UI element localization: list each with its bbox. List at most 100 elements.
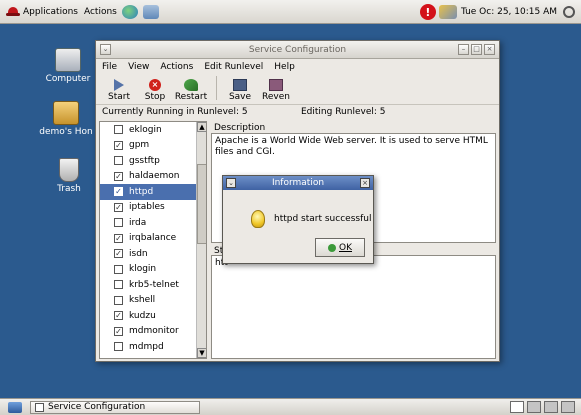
service-row[interactable]: ✓ mdmonitor xyxy=(100,324,206,340)
dialog-titlebar[interactable]: ⌄ Information × xyxy=(223,176,373,190)
service-name: httpd xyxy=(129,186,154,197)
dialog-menu-icon[interactable]: ⌄ xyxy=(226,178,236,188)
desktop-icon-trash[interactable]: Trash xyxy=(41,158,97,194)
service-checkbox[interactable] xyxy=(114,264,123,274)
service-name: eklogin xyxy=(129,124,162,135)
window-menu-icon[interactable]: ⌄ xyxy=(100,44,111,55)
current-runlevel: Currently Running in Runlevel: 5 xyxy=(102,107,248,117)
ok-button-label: OK xyxy=(339,242,352,253)
save-button[interactable]: Save xyxy=(223,79,257,102)
show-desktop-icon[interactable] xyxy=(8,401,22,413)
information-dialog: ⌄ Information × httpd start successful O… xyxy=(222,175,374,264)
workspace-1[interactable] xyxy=(510,401,524,413)
toolbar-separator xyxy=(216,76,217,100)
stop-button[interactable]: × Stop xyxy=(138,79,172,102)
stop-icon: × xyxy=(149,79,161,91)
menu-help[interactable]: Help xyxy=(274,62,295,72)
menu-file[interactable]: File xyxy=(102,62,117,72)
close-icon[interactable]: × xyxy=(484,44,495,55)
service-row[interactable]: ✓ iptables xyxy=(100,200,206,216)
desktop-icon-home-label: demo's Hon xyxy=(39,127,93,137)
trash-icon xyxy=(59,158,79,182)
workspace-3[interactable] xyxy=(544,401,558,413)
service-name: haldaemon xyxy=(129,171,180,182)
menu-edit-runlevel[interactable]: Edit Runlevel xyxy=(204,62,263,72)
revert-button[interactable]: Reven xyxy=(259,79,293,102)
service-row[interactable]: ✓ irqbalance xyxy=(100,231,206,247)
web-browser-launcher-icon[interactable] xyxy=(121,4,138,19)
editing-runlevel: Editing Runlevel: 5 xyxy=(301,107,386,117)
service-row[interactable]: ✓ httpd xyxy=(100,184,206,200)
desktop-icon-computer-label: Computer xyxy=(45,74,91,84)
service-name: irqbalance xyxy=(129,233,177,244)
minimize-icon[interactable]: – xyxy=(458,44,469,55)
redhat-logo-icon xyxy=(6,6,20,17)
service-checkbox[interactable]: ✓ xyxy=(114,233,123,243)
desktop-icon-computer[interactable]: Computer xyxy=(40,48,96,84)
service-row[interactable]: ✓ isdn xyxy=(100,246,206,262)
service-row[interactable]: ✓ gpm xyxy=(100,138,206,154)
clock[interactable]: Tue Oc: 25, 10:15 AM xyxy=(461,7,557,17)
network-icon[interactable] xyxy=(438,5,457,19)
menu-actions[interactable]: Actions xyxy=(160,62,193,72)
service-row[interactable]: ✓ kudzu xyxy=(100,308,206,324)
service-row[interactable]: ✓ haldaemon xyxy=(100,169,206,185)
service-list-scrollbar[interactable]: ▲ ▼ xyxy=(196,122,206,358)
taskbar-service-configuration[interactable]: Service Configuration xyxy=(30,400,200,414)
desktop-icon-trash-label: Trash xyxy=(57,184,81,194)
service-checkbox[interactable]: ✓ xyxy=(114,326,123,336)
service-name: isdn xyxy=(129,248,148,259)
taskbar-label: Service Configuration xyxy=(48,402,146,412)
service-checkbox[interactable]: ✓ xyxy=(114,202,123,212)
service-checkbox[interactable]: ✓ xyxy=(114,171,123,181)
start-button[interactable]: Start xyxy=(102,79,136,102)
scroll-up-icon[interactable]: ▲ xyxy=(197,122,206,132)
service-row[interactable]: irda xyxy=(100,215,206,231)
desktop-icon-home[interactable]: demo's Hon xyxy=(38,101,94,137)
service-row[interactable]: mdmpd xyxy=(100,339,206,355)
service-checkbox[interactable]: ✓ xyxy=(114,187,123,197)
revert-button-label: Reven xyxy=(262,92,290,102)
service-name: irda xyxy=(129,217,147,228)
service-row[interactable]: klogin xyxy=(100,262,206,278)
email-launcher-icon[interactable] xyxy=(142,4,159,19)
service-checkbox[interactable] xyxy=(114,295,123,305)
workspace-2[interactable] xyxy=(527,401,541,413)
window-titlebar[interactable]: ⌄ Service Configuration – □ × xyxy=(96,41,499,59)
service-name: mdmpd xyxy=(129,341,164,352)
service-row[interactable]: eklogin xyxy=(100,122,206,138)
menu-view[interactable]: View xyxy=(128,62,149,72)
service-row[interactable]: krb5-telnet xyxy=(100,277,206,293)
service-name: gpm xyxy=(129,140,150,151)
service-checkbox[interactable] xyxy=(114,156,123,166)
service-row[interactable]: gsstftp xyxy=(100,153,206,169)
workspace-4[interactable] xyxy=(561,401,575,413)
dialog-close-icon[interactable]: × xyxy=(360,178,370,188)
scrollbar-thumb[interactable] xyxy=(197,164,206,244)
update-alert-icon[interactable]: ! xyxy=(419,4,436,20)
home-folder-icon xyxy=(53,101,79,125)
restart-button[interactable]: Restart xyxy=(174,79,208,102)
dialog-title: Information xyxy=(271,178,325,188)
actions-menu-label: Actions xyxy=(83,6,117,17)
lightbulb-icon xyxy=(251,210,265,228)
volume-icon[interactable] xyxy=(563,6,575,18)
maximize-icon[interactable]: □ xyxy=(471,44,482,55)
service-list[interactable]: eklogin ✓ gpm gsstftp ✓ haldaemon ✓ httpd ✓ iptab… xyxy=(99,121,207,359)
scroll-down-icon[interactable]: ▼ xyxy=(197,348,206,358)
service-checkbox[interactable] xyxy=(114,218,123,228)
service-checkbox[interactable]: ✓ xyxy=(114,311,123,321)
actions-menu[interactable]: Actions xyxy=(84,2,117,22)
applications-menu[interactable]: Applications xyxy=(6,2,78,22)
service-checkbox[interactable] xyxy=(114,280,123,290)
service-checkbox[interactable]: ✓ xyxy=(114,249,123,259)
ok-button[interactable]: OK xyxy=(315,238,365,257)
service-checkbox[interactable]: ✓ xyxy=(114,140,123,150)
ok-check-icon xyxy=(328,243,336,252)
service-name: mdmonitor xyxy=(129,326,179,337)
top-panel: Applications Actions ! Tue Oc: 25, 10:15… xyxy=(0,0,581,24)
service-checkbox[interactable] xyxy=(114,125,123,135)
revert-icon xyxy=(269,79,283,91)
service-row[interactable]: kshell xyxy=(100,293,206,309)
service-checkbox[interactable] xyxy=(114,342,123,352)
